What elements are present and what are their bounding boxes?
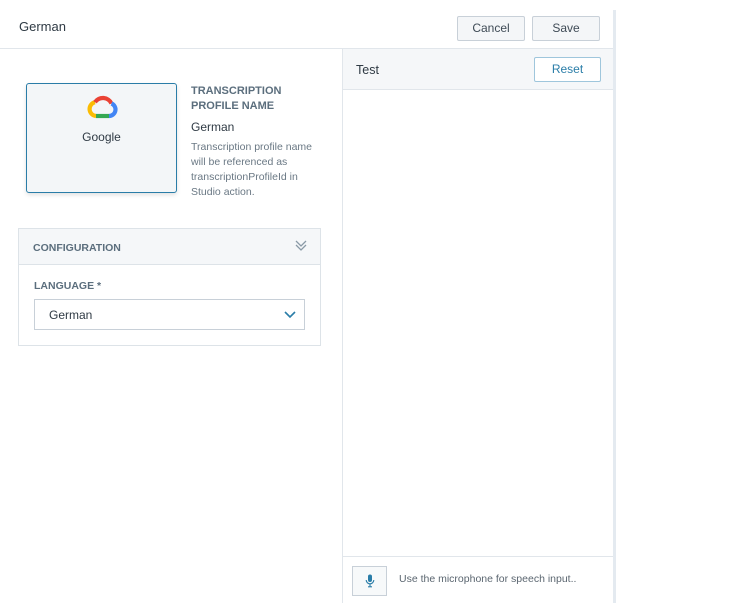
google-cloud-icon bbox=[87, 95, 118, 119]
configuration-title: CONFIGURATION bbox=[33, 242, 121, 254]
provider-card[interactable]: Google bbox=[26, 83, 177, 193]
transcription-profile-panel: German Cancel Save Google TRANSCRIPTION … bbox=[0, 0, 613, 603]
cancel-button[interactable]: Cancel bbox=[457, 16, 525, 41]
profile-name-label: TRANSCRIPTION PROFILE NAME bbox=[191, 85, 282, 112]
test-header: Test Reset bbox=[343, 49, 613, 90]
test-title: Test bbox=[356, 63, 379, 77]
configuration-section: CONFIGURATION LANGUAGE * German bbox=[18, 228, 321, 346]
test-footer bbox=[343, 556, 613, 603]
save-button[interactable]: Save bbox=[532, 16, 600, 41]
language-select-value: German bbox=[49, 308, 93, 322]
provider-name: Google bbox=[82, 130, 121, 144]
profile-settings: Google TRANSCRIPTION PROFILE NAME German… bbox=[0, 49, 342, 603]
double-chevron-icon[interactable] bbox=[294, 239, 308, 253]
chevron-down-icon bbox=[284, 311, 296, 319]
language-label: LANGUAGE * bbox=[34, 280, 102, 292]
speech-input[interactable] bbox=[399, 573, 604, 585]
profile-name-help: Transcription profile name will be refer… bbox=[191, 141, 312, 198]
configuration-header[interactable]: CONFIGURATION bbox=[19, 229, 320, 265]
microphone-button[interactable] bbox=[352, 566, 387, 596]
page-title: German bbox=[19, 19, 66, 34]
panel-header: German Cancel Save bbox=[0, 0, 613, 49]
reset-button[interactable]: Reset bbox=[534, 57, 601, 82]
profile-name-value: German bbox=[191, 120, 235, 134]
language-select[interactable]: German bbox=[34, 299, 305, 330]
test-panel: Test Reset bbox=[342, 49, 613, 603]
test-output-area bbox=[343, 90, 613, 556]
panel-edge bbox=[613, 10, 616, 603]
profile-info: TRANSCRIPTION PROFILE NAME German Transc… bbox=[191, 84, 326, 200]
microphone-icon bbox=[365, 574, 375, 588]
